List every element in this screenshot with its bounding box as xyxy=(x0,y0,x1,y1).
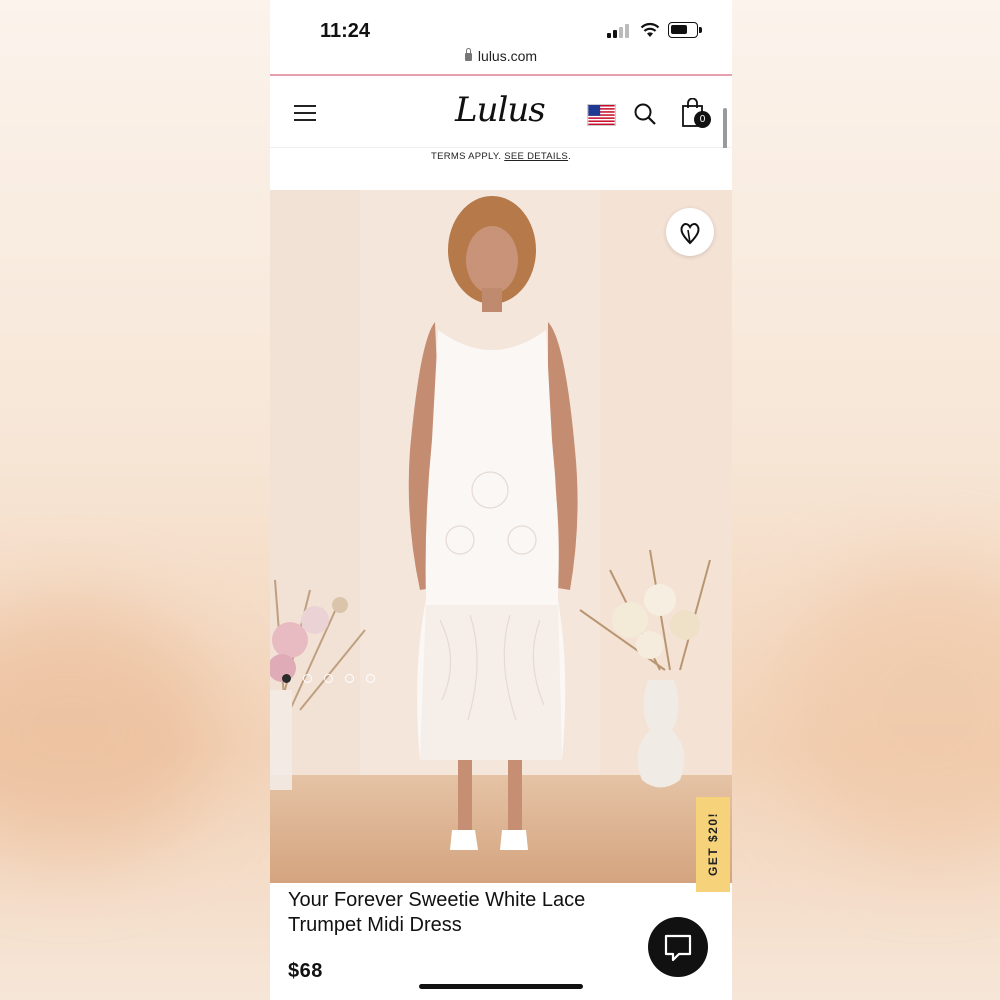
carousel-dot[interactable] xyxy=(366,674,375,683)
phone-screen: 11:24 lulus.com Lulus 0 TERMS APPLY. SEE… xyxy=(270,0,732,1000)
cart-count-badge: 0 xyxy=(694,111,711,128)
promo-banner: TERMS APPLY. SEE DETAILS. xyxy=(270,148,732,190)
product-image[interactable] xyxy=(270,190,732,883)
see-details-link[interactable]: SEE DETAILS xyxy=(504,151,568,162)
home-indicator[interactable] xyxy=(419,984,583,989)
carousel-dot[interactable] xyxy=(324,674,333,683)
url-text: lulus.com xyxy=(477,48,538,64)
us-flag-icon[interactable] xyxy=(587,104,616,126)
search-icon[interactable] xyxy=(633,102,657,126)
battery-icon xyxy=(668,22,702,38)
address-bar[interactable]: lulus.com xyxy=(270,48,732,74)
heart-icon xyxy=(680,223,700,245)
carousel-dot[interactable] xyxy=(282,674,291,683)
wishlist-button[interactable] xyxy=(666,208,714,256)
chat-button[interactable] xyxy=(648,917,708,977)
status-bar: 11:24 xyxy=(270,0,732,48)
chat-icon xyxy=(664,934,692,962)
promo-terms-text: TERMS APPLY. xyxy=(430,151,502,162)
wifi-icon xyxy=(640,22,660,37)
carousel-dot[interactable] xyxy=(345,674,354,683)
product-price: $68 xyxy=(288,960,323,982)
hamburger-icon[interactable] xyxy=(294,105,316,121)
status-time: 11:24 xyxy=(320,20,371,42)
get-20-offer-tab[interactable]: GET $20! xyxy=(696,797,730,892)
carousel-dot[interactable] xyxy=(303,674,312,683)
lock-icon xyxy=(464,48,472,61)
product-title: Your Forever Sweetie White Lace Trumpet … xyxy=(288,889,586,936)
image-carousel-dots xyxy=(282,670,387,683)
site-header: Lulus 0 xyxy=(270,76,732,148)
product-photo xyxy=(270,190,732,883)
cellular-signal-icon xyxy=(607,24,633,38)
offer-tab-label: GET $20! xyxy=(706,811,720,877)
site-logo[interactable]: Lulus xyxy=(455,90,546,130)
